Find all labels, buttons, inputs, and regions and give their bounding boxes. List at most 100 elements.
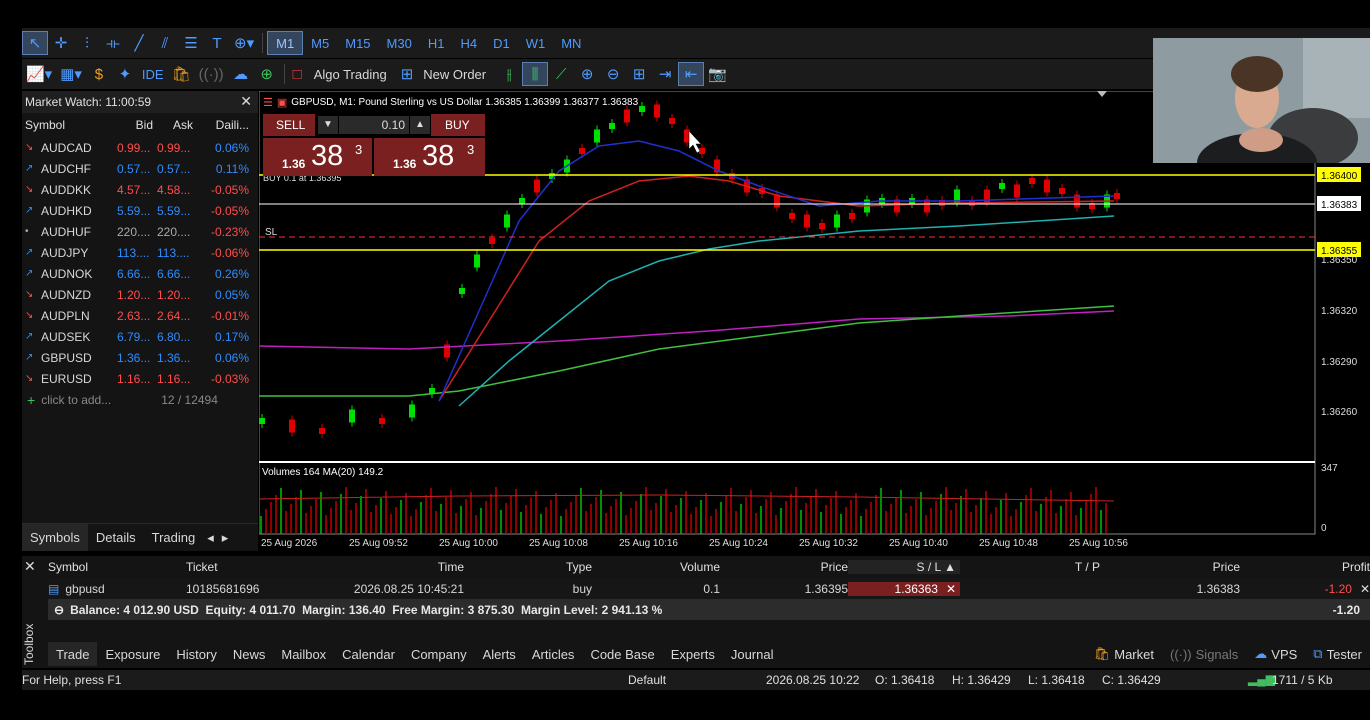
remove-sl-icon[interactable]: ✕: [946, 582, 956, 596]
fibonacci-icon[interactable]: ☰: [178, 31, 204, 55]
col-volume[interactable]: Volume: [592, 560, 720, 574]
timeframe-h1[interactable]: H1: [420, 31, 453, 55]
col-time[interactable]: Time: [320, 560, 464, 574]
tile-windows-icon[interactable]: ⊞: [626, 62, 652, 86]
timeframe-w1[interactable]: W1: [518, 31, 554, 55]
chart-list-icon[interactable]: ☰: [263, 96, 273, 109]
market-watch-row[interactable]: ↗ GBPUSD 1.36... 1.36... 0.06%: [22, 347, 258, 368]
tab-exposure[interactable]: Exposure: [97, 642, 168, 666]
status-profile[interactable]: Default: [628, 673, 666, 687]
trendline-icon[interactable]: ╱: [126, 31, 152, 55]
timeframe-m5[interactable]: M5: [303, 31, 337, 55]
cloud-icon[interactable]: ☁: [228, 62, 254, 86]
position-row[interactable]: ▤ gbpusd 10185681696 2026.08.25 10:45:21…: [48, 578, 1370, 599]
bar-chart-icon[interactable]: ⫲: [496, 62, 522, 86]
market-watch-row[interactable]: ↗ AUDSEK 6.79... 6.80... 0.17%: [22, 326, 258, 347]
timeframe-mn[interactable]: MN: [553, 31, 589, 55]
tab-articles[interactable]: Articles: [524, 642, 583, 666]
zoom-in-icon[interactable]: ⊕: [574, 62, 600, 86]
chart-shift-icon[interactable]: ⇤: [678, 62, 705, 86]
horizontal-line-icon[interactable]: ⟛: [100, 31, 126, 55]
indicators-icon[interactable]: 📈▾: [22, 62, 56, 86]
toolbox-close-icon[interactable]: ✕: [24, 558, 36, 575]
tab-news[interactable]: News: [225, 642, 274, 666]
col-profit[interactable]: Profit: [1240, 560, 1370, 574]
timeframe-m1[interactable]: M1: [267, 31, 304, 55]
timeframe-h4[interactable]: H4: [452, 31, 485, 55]
ide-button[interactable]: IDE: [138, 62, 168, 86]
market-watch-row[interactable]: • AUDHUF 220.... 220.... -0.23%: [22, 221, 258, 242]
market-watch-row[interactable]: ↘ AUDCAD 0.99... 0.99... 0.06%: [22, 137, 258, 158]
tab-symbols[interactable]: Symbols: [22, 524, 88, 551]
market-watch-row[interactable]: ↘ AUDNZD 1.20... 1.20... 0.05%: [22, 284, 258, 305]
market-bag-icon[interactable]: 🛍: [168, 62, 195, 86]
add-symbol-row[interactable]: + click to add... 12 / 12494: [22, 389, 258, 410]
tab-scroll-left-icon[interactable]: ◂: [203, 524, 218, 551]
tab-history[interactable]: History: [168, 642, 224, 666]
buy-price-box[interactable]: 1.36 38 3: [374, 138, 485, 176]
add-chart-icon[interactable]: ⊕: [254, 62, 280, 86]
market-watch-row[interactable]: ↘ AUDDKK 4.57... 4.58... -0.05%: [22, 179, 258, 200]
sell-price-box[interactable]: 1.36 38 3: [263, 138, 372, 176]
close-position-icon[interactable]: ✕: [1360, 582, 1370, 596]
tab-alerts[interactable]: Alerts: [475, 642, 524, 666]
tab-code-base[interactable]: Code Base: [582, 642, 662, 666]
tab-company[interactable]: Company: [403, 642, 475, 666]
tab-vps[interactable]: ☁ VPS: [1246, 642, 1305, 666]
dollar-icon[interactable]: $: [86, 62, 112, 86]
market-watch-row[interactable]: ↗ AUDJPY 113.... 113.... -0.06%: [22, 242, 258, 263]
header-ask[interactable]: Ask: [157, 118, 197, 132]
autoscroll-icon[interactable]: ⇥: [652, 62, 678, 86]
header-symbol[interactable]: Symbol: [22, 118, 117, 132]
col-sl[interactable]: S / L ▲: [848, 559, 960, 574]
timeframe-d1[interactable]: D1: [485, 31, 518, 55]
channel-icon[interactable]: ⫽: [152, 31, 178, 55]
col-type[interactable]: Type: [464, 560, 592, 574]
buy-button[interactable]: BUY: [431, 114, 485, 136]
tab-signals[interactable]: ((·)) Signals: [1162, 642, 1246, 666]
lot-up-icon[interactable]: ▲: [410, 116, 430, 134]
market-watch-row[interactable]: ↗ AUDHKD 5.59... 5.59... -0.05%: [22, 200, 258, 221]
navigator-icon[interactable]: ✦: [112, 62, 138, 86]
col-ticket[interactable]: Ticket: [186, 560, 320, 574]
collapse-icon[interactable]: ⊖: [48, 603, 70, 617]
signals-icon[interactable]: ((·)): [195, 62, 228, 86]
col-symbol[interactable]: Symbol: [48, 560, 186, 574]
tab-market[interactable]: 🛍 Market: [1086, 642, 1162, 666]
lot-size-input[interactable]: 0.10: [339, 116, 409, 134]
shapes-icon[interactable]: ⊕▾: [230, 31, 258, 55]
line-chart-icon[interactable]: ⟋: [548, 62, 574, 86]
market-watch-row[interactable]: ↘ AUDPLN 2.63... 2.64... -0.01%: [22, 305, 258, 326]
lot-down-icon[interactable]: ▼: [318, 116, 338, 134]
new-order-button[interactable]: ⊞ New Order: [397, 62, 496, 86]
tab-calendar[interactable]: Calendar: [334, 642, 403, 666]
text-icon[interactable]: T: [204, 31, 230, 55]
tab-trade[interactable]: Trade: [48, 642, 98, 666]
chart-templates-icon[interactable]: ▦▾: [56, 62, 86, 86]
cursor-icon[interactable]: ↖: [22, 31, 48, 55]
candlestick-icon[interactable]: ⫼: [522, 62, 549, 86]
tab-experts[interactable]: Experts: [663, 642, 723, 666]
tab-details[interactable]: Details: [88, 524, 144, 551]
timeframe-m15[interactable]: M15: [337, 31, 378, 55]
col-current-price[interactable]: Price: [1100, 560, 1240, 574]
screenshot-icon[interactable]: 📷: [704, 62, 731, 86]
col-price[interactable]: Price: [720, 560, 848, 574]
tab-scroll-right-icon[interactable]: ▸: [218, 524, 233, 551]
tab-tester[interactable]: ⧉ Tester: [1305, 642, 1370, 666]
close-icon[interactable]: ✕: [240, 93, 252, 110]
position-sl-cell[interactable]: 1.36363 ✕: [848, 581, 960, 596]
timeframe-m30[interactable]: M30: [379, 31, 420, 55]
market-watch-row[interactable]: ↗ AUDNOK 6.66... 6.66... 0.26%: [22, 263, 258, 284]
crosshair-icon[interactable]: ✛: [48, 31, 74, 55]
market-watch-row[interactable]: ↘ EURUSD 1.16... 1.16... -0.03%: [22, 368, 258, 389]
header-bid[interactable]: Bid: [117, 118, 157, 132]
zoom-out-icon[interactable]: ⊖: [600, 62, 626, 86]
algo-trading-button[interactable]: □ Algo Trading: [289, 62, 397, 86]
tab-mailbox[interactable]: Mailbox: [273, 642, 334, 666]
tab-trading[interactable]: Trading: [144, 524, 204, 551]
header-daily[interactable]: Daili...: [197, 118, 255, 132]
market-watch-row[interactable]: ↗ AUDCHF 0.57... 0.57... 0.11%: [22, 158, 258, 179]
col-tp[interactable]: T / P: [960, 560, 1100, 574]
sell-button[interactable]: SELL: [263, 114, 315, 136]
